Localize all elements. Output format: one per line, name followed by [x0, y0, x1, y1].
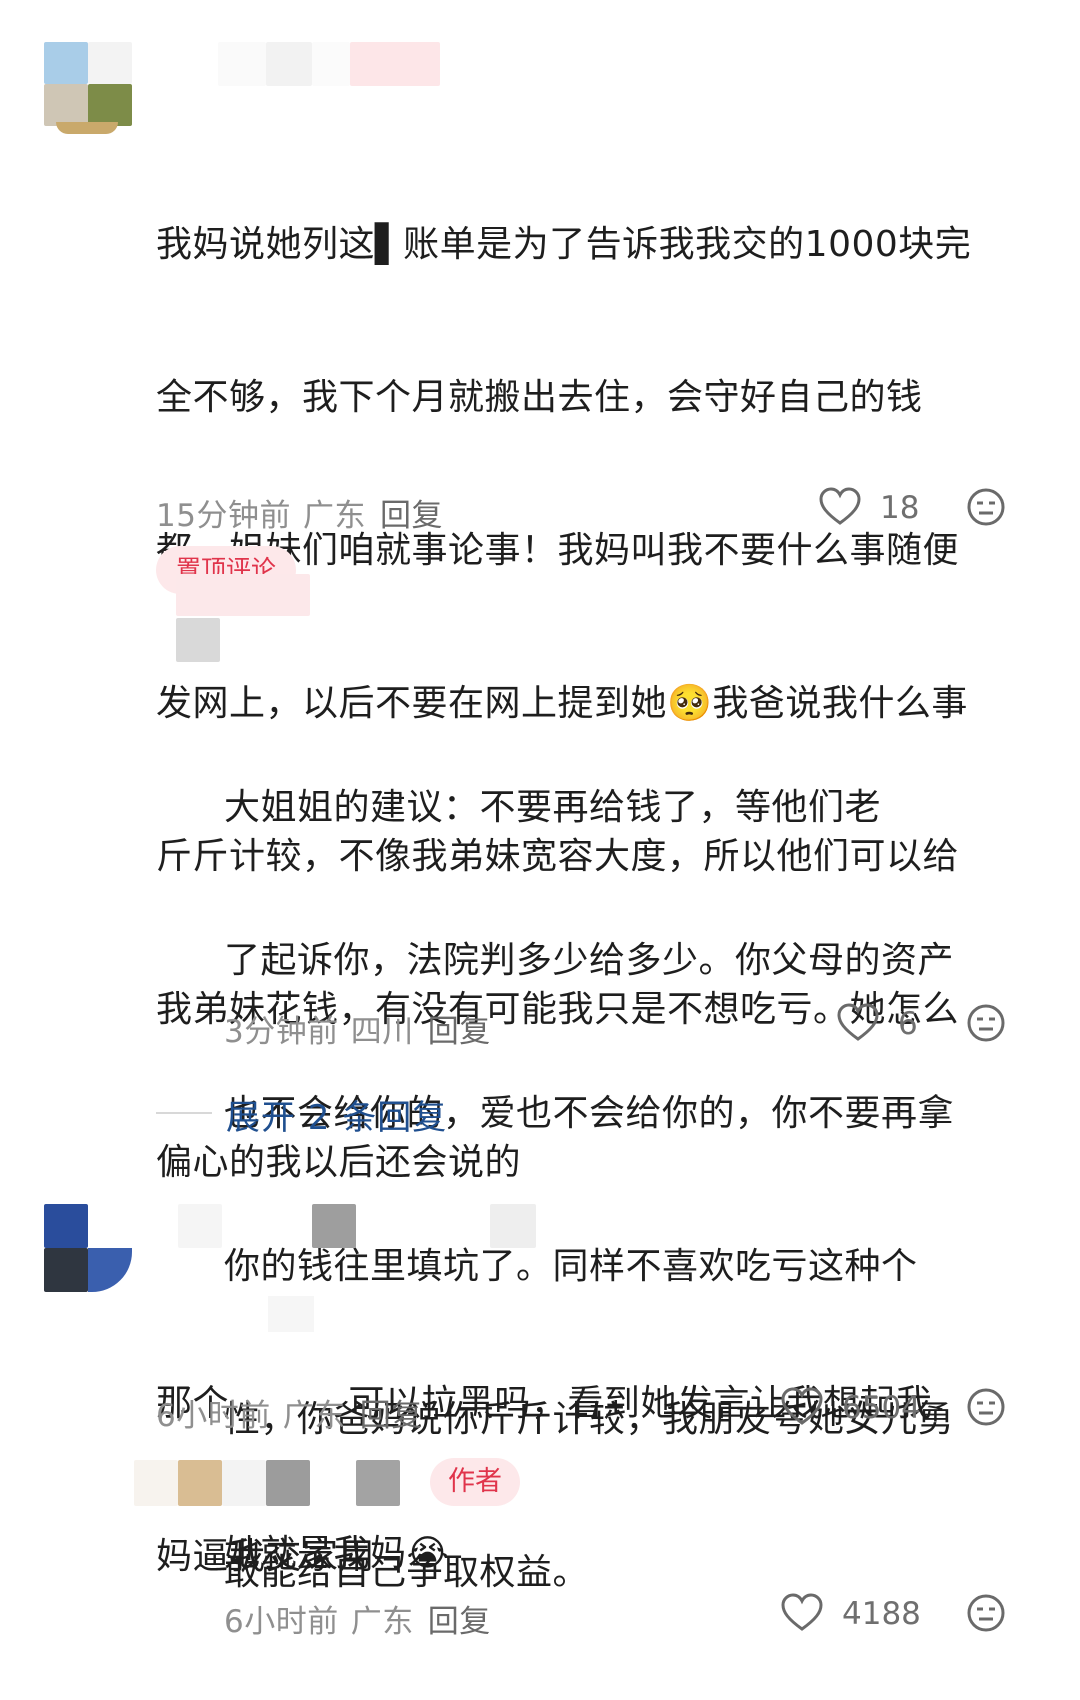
username-redacted[interactable]: [176, 574, 310, 662]
text-redaction: [268, 1296, 314, 1332]
comment-line: 我妈说她列这▌账单是为了告诉我我交的1000块完: [156, 224, 972, 265]
reply-button[interactable]: 回复: [380, 498, 443, 534]
location: 广东: [302, 498, 366, 534]
reply-meta: 6小时前 广东 回复: [224, 1596, 491, 1641]
heart-icon[interactable]: [780, 1387, 824, 1427]
timestamp: 6小时前: [224, 1604, 339, 1640]
like-count: 6504: [842, 1390, 921, 1426]
username-redacted[interactable]: [218, 42, 440, 86]
heart-icon[interactable]: [818, 487, 862, 527]
reply-line: 大姐姐的建议：不要再给钱了，等他们老: [224, 787, 882, 828]
reply-button[interactable]: 回复: [428, 1014, 491, 1050]
reply-meta: 3分钟前 四川 回复: [224, 1006, 491, 1051]
expand-divider: [156, 1112, 212, 1114]
emoji-reaction-icon[interactable]: [966, 1387, 1006, 1427]
avatar[interactable]: [134, 1460, 222, 1506]
avatar[interactable]: [44, 1204, 132, 1294]
author-badge: 作者: [430, 1458, 520, 1506]
avatar[interactable]: [44, 42, 132, 134]
like-count: 6: [898, 1006, 918, 1042]
timestamp: 3分钟前: [224, 1014, 339, 1050]
location: 四川: [350, 1014, 414, 1050]
expand-replies-link[interactable]: 展开 2 条回复: [226, 1090, 447, 1139]
like-count: 4188: [842, 1596, 921, 1632]
emoji-reaction-icon[interactable]: [966, 1593, 1006, 1633]
heart-icon[interactable]: [836, 1003, 880, 1043]
reply-text: 她就是我妈😭: [224, 1533, 450, 1574]
emoji-reaction-icon[interactable]: [966, 1003, 1006, 1043]
location: 广东: [350, 1604, 414, 1640]
timestamp: 6小时前: [156, 1398, 271, 1434]
emoji-reaction-icon[interactable]: [966, 487, 1006, 527]
username-redacted[interactable]: [178, 1204, 536, 1248]
reply-button[interactable]: 回复: [360, 1398, 423, 1434]
timestamp: 15分钟前: [156, 498, 291, 534]
comment-meta: 6小时前 广东 回复: [156, 1390, 423, 1435]
heart-icon[interactable]: [780, 1593, 824, 1633]
location: 广东: [282, 1398, 346, 1434]
reply-button[interactable]: 回复: [428, 1604, 491, 1640]
like-count: 18: [880, 490, 920, 526]
username-redacted[interactable]: [222, 1460, 400, 1506]
comment-meta: 15分钟前 广东 回复: [156, 490, 443, 535]
comment-line: 全不够，我下个月就搬出去住，会守好自己的钱: [156, 377, 923, 418]
reply-line: 了起诉你，法院判多少给多少。你父母的资产: [224, 940, 955, 981]
